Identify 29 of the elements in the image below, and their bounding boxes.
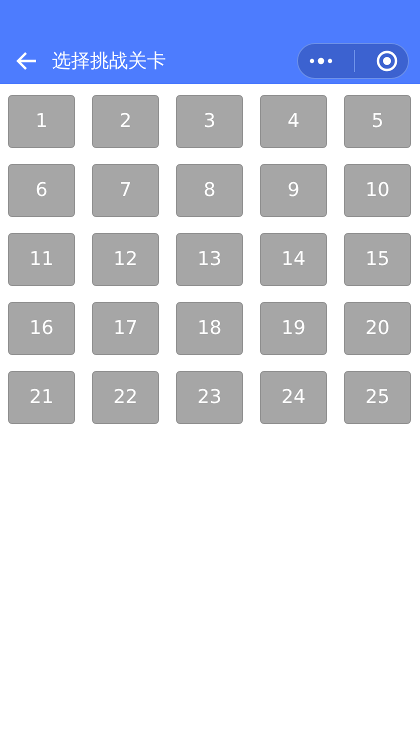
level-button[interactable]: 3 [176,95,243,148]
page-title: 选择挑战关卡 [52,48,166,74]
level-button[interactable]: 22 [92,371,159,424]
level-button[interactable]: 9 [260,164,327,217]
level-button[interactable]: 2 [92,95,159,148]
level-button[interactable]: 10 [344,164,411,217]
level-button[interactable]: 5 [344,95,411,148]
level-button[interactable]: 18 [176,302,243,355]
level-button[interactable]: 7 [92,164,159,217]
level-button[interactable]: 15 [344,233,411,286]
level-button[interactable]: 19 [260,302,327,355]
level-button[interactable]: 12 [92,233,159,286]
level-button[interactable]: 13 [176,233,243,286]
level-button[interactable]: 11 [8,233,75,286]
level-button[interactable]: 21 [8,371,75,424]
level-button[interactable]: 16 [8,302,75,355]
level-button[interactable]: 20 [344,302,411,355]
close-icon[interactable] [376,50,398,72]
level-button[interactable]: 6 [8,164,75,217]
level-button[interactable]: 1 [8,95,75,148]
back-icon[interactable] [16,51,38,71]
level-button[interactable]: 14 [260,233,327,286]
more-icon[interactable] [308,57,332,65]
level-button[interactable]: 25 [344,371,411,424]
level-button[interactable]: 23 [176,371,243,424]
level-button[interactable]: 4 [260,95,327,148]
level-button[interactable]: 24 [260,371,327,424]
level-button[interactable]: 17 [92,302,159,355]
level-button[interactable]: 8 [176,164,243,217]
